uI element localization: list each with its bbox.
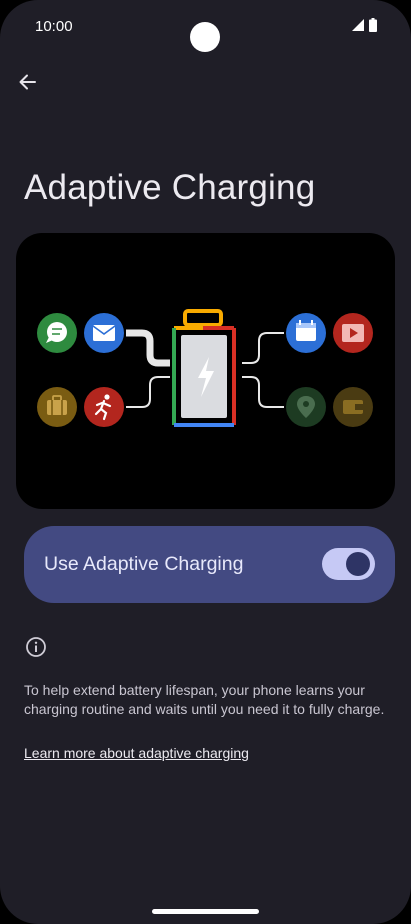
signal-icon <box>352 19 364 31</box>
arrow-back-icon <box>19 74 36 90</box>
use-adaptive-charging-row[interactable]: Use Adaptive Charging <box>24 526 395 603</box>
info-icon <box>24 635 48 659</box>
status-bar: 10:00 <box>0 0 411 56</box>
adaptive-charging-illustration <box>16 233 395 509</box>
email-icon <box>84 313 124 353</box>
status-icons <box>352 18 377 32</box>
calendar-icon <box>286 313 326 353</box>
use-adaptive-charging-label: Use Adaptive Charging <box>44 553 244 575</box>
learn-more-link[interactable]: Learn more about adaptive charging <box>24 745 249 761</box>
briefcase-icon <box>37 387 77 427</box>
page-title: Adaptive Charging <box>24 168 316 207</box>
fitness-icon <box>84 387 124 427</box>
messages-icon <box>37 313 77 353</box>
battery-icon <box>369 18 377 32</box>
switch-thumb <box>346 552 370 576</box>
wallet-icon <box>333 387 373 427</box>
adaptive-charging-description: To help extend battery lifespan, your ph… <box>24 682 385 717</box>
status-time: 10:00 <box>35 18 73 35</box>
front-camera <box>190 22 220 52</box>
adaptive-charging-switch[interactable] <box>322 548 375 580</box>
phone-screen: 10:00 Adaptive Charging Use Adaptive Cha… <box>0 0 411 924</box>
battery-graphic <box>172 309 236 427</box>
maps-icon <box>286 387 326 427</box>
video-icon <box>333 313 373 353</box>
home-indicator[interactable] <box>152 909 259 914</box>
back-button[interactable] <box>14 66 42 98</box>
